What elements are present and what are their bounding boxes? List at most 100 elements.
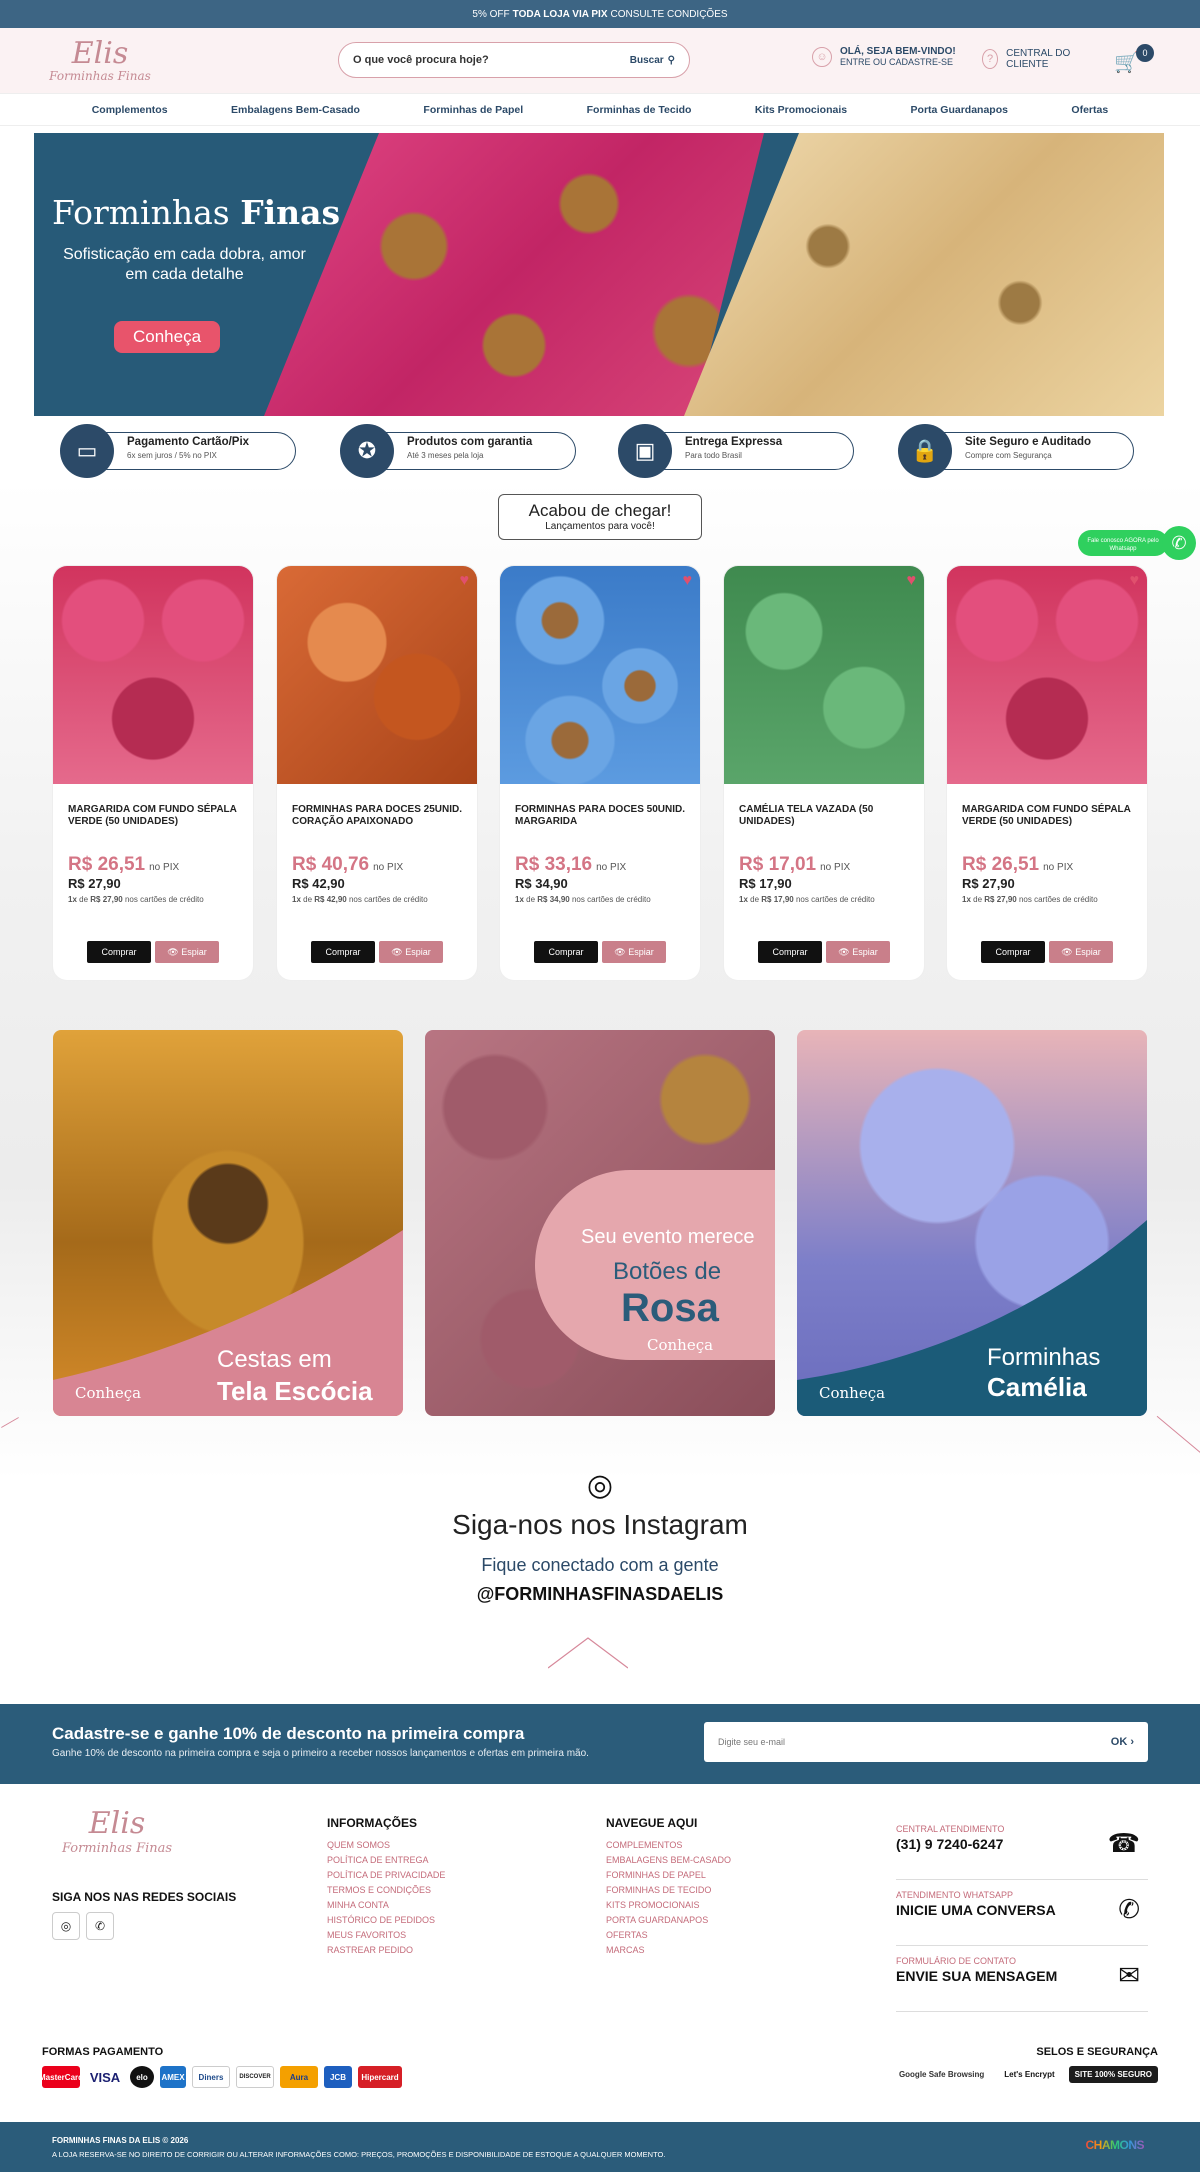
hero-banner[interactable]: Forminhas Finas Sofisticação em cada dob… [34, 133, 1164, 416]
footer-link[interactable]: KITS PROMOCIONAIS [606, 1898, 731, 1913]
footer-link[interactable]: QUEM SOMOS [327, 1838, 445, 1853]
footer-link[interactable]: MINHA CONTA [327, 1898, 445, 1913]
product-installments: 1x de R$ 42,90 nos cartões de crédito [292, 895, 428, 904]
footer-link[interactable]: OFERTAS [606, 1928, 731, 1943]
newsletter-submit-button[interactable]: OK › [1111, 1736, 1134, 1748]
product-card[interactable]: ♥ MARGARIDA COM FUNDO SÉPALA VERDE (50 U… [947, 566, 1147, 980]
search-bar[interactable]: O que você procura hoje? Buscar ⚲ [338, 42, 690, 78]
footer-link[interactable]: POLÍTICA DE ENTREGA [327, 1853, 445, 1868]
product-image[interactable] [724, 566, 924, 784]
product-image[interactable] [500, 566, 700, 784]
banner-cta[interactable]: Conheça [819, 1384, 885, 1402]
nav-item-embalagens[interactable]: Embalagens Bem-Casado [231, 104, 360, 116]
aura-icon: Aura [280, 2066, 318, 2088]
banner-cta[interactable]: Conheça [75, 1384, 141, 1402]
footer-logo[interactable]: Elis Forminhas Finas [52, 1806, 182, 1856]
footer-link[interactable]: HISTÓRICO DE PEDIDOS [327, 1913, 445, 1928]
buy-button[interactable]: Comprar [534, 941, 598, 963]
quick-view-button[interactable]: 👁 Espiar [1049, 941, 1113, 963]
whatsapp-float-text: Fale conosco AGORA pelo Whatsapp [1078, 530, 1168, 556]
buy-button[interactable]: Comprar [981, 941, 1045, 963]
email-field[interactable]: Digite seu e-mail [718, 1737, 1111, 1747]
nav-item-kits[interactable]: Kits Promocionais [755, 104, 847, 116]
product-name[interactable]: CAMÉLIA TELA VAZADA (50 UNIDADES) [724, 804, 924, 850]
category-banners: Cestas em Tela Escócia Conheça Seu event… [53, 1030, 1147, 1416]
nav-item-ofertas[interactable]: Ofertas [1071, 104, 1108, 116]
promo-post[interactable]: CONSULTE CONDIÇÕES [611, 9, 728, 20]
quick-view-button[interactable]: 👁 Espiar [379, 941, 443, 963]
product-image[interactable] [53, 566, 253, 784]
account-link[interactable]: ☺ OLÁ, SEJA BEM-VINDO! ENTRE OU CADASTRE-… [812, 46, 956, 67]
product-image[interactable] [277, 566, 477, 784]
envelope-icon: ✉ [1118, 1960, 1140, 1990]
whatsapp-icon[interactable]: ✆ [86, 1912, 114, 1940]
footer-link[interactable]: PORTA GUARDANAPOS [606, 1913, 731, 1928]
favorite-icon[interactable]: ♥ [1130, 572, 1140, 590]
search-button[interactable]: Buscar ⚲ [630, 55, 675, 66]
footer-link[interactable]: POLÍTICA DE PRIVACIDADE [327, 1868, 445, 1883]
seals-title: SELOS E SEGURANÇA [1036, 2046, 1158, 2058]
favorite-icon[interactable]: ♥ [907, 572, 917, 590]
instagram-icon[interactable]: ◎ [0, 1468, 1200, 1503]
secure-site-seal[interactable]: SITE 100% SEGURO [1068, 2066, 1158, 2083]
product-card[interactable]: ♥ FORMINHAS PARA DOCES 25UNID. CORAÇÃO A… [277, 566, 477, 980]
nav-item-porta-guardanapos[interactable]: Porta Guardanapos [911, 104, 1008, 116]
product-name[interactable]: FORMINHAS PARA DOCES 50UNID. MARGARIDA [500, 804, 700, 850]
product-name[interactable]: MARGARIDA COM FUNDO SÉPALA VERDE (50 UNI… [53, 804, 253, 850]
banner-line2: Camélia [987, 1372, 1087, 1402]
instagram-icon[interactable]: ◎ [52, 1912, 80, 1940]
footer-link[interactable]: MARCAS [606, 1943, 731, 1958]
contact-value: INICIE UMA CONVERSA [896, 1902, 1056, 1918]
footer-nav-column: NAVEGUE AQUI COMPLEMENTOS EMBALAGENS BEM… [606, 1816, 731, 1958]
product-card[interactable]: ♥ CAMÉLIA TELA VAZADA (50 UNIDADES) R$ 1… [724, 566, 924, 980]
footer-link[interactable]: RASTREAR PEDIDO [327, 1943, 445, 1958]
developer-logo[interactable]: CHAMONS [1086, 2138, 1145, 2152]
footer-link[interactable]: FORMINHAS DE TECIDO [606, 1883, 731, 1898]
product-name[interactable]: MARGARIDA COM FUNDO SÉPALA VERDE (50 UNI… [947, 804, 1147, 850]
buy-button[interactable]: Comprar [758, 941, 822, 963]
product-card[interactable]: MARGARIDA COM FUNDO SÉPALA VERDE (50 UNI… [53, 566, 253, 980]
footer-link[interactable]: COMPLEMENTOS [606, 1838, 731, 1853]
product-name[interactable]: FORMINHAS PARA DOCES 25UNID. CORAÇÃO APA… [277, 804, 477, 850]
quick-view-button[interactable]: 👁 Espiar [826, 941, 890, 963]
nav-item-forminhas-papel[interactable]: Forminhas de Papel [423, 104, 523, 116]
contact-whatsapp[interactable]: ATENDIMENTO WHATSAPP INICIE UMA CONVERSA… [896, 1880, 1148, 1946]
banner-camelia[interactable]: Forminhas Camélia Conheça [797, 1030, 1147, 1416]
instagram-handle[interactable]: @FORMINHASFINASDAELIS [0, 1584, 1200, 1605]
footer-info-column: INFORMAÇÕES QUEM SOMOS POLÍTICA DE ENTRE… [327, 1816, 445, 1958]
logo[interactable]: Elis Forminhas Finas [40, 38, 160, 83]
favorite-icon[interactable]: ♥ [460, 572, 470, 590]
buy-button[interactable]: Comprar [87, 941, 151, 963]
product-image[interactable] [947, 566, 1147, 784]
favorite-icon[interactable]: ♥ [683, 572, 693, 590]
footer-link[interactable]: EMBALAGENS BEM-CASADO [606, 1853, 731, 1868]
nav-item-forminhas-tecido[interactable]: Forminhas de Tecido [587, 104, 692, 116]
search-input[interactable]: O que você procura hoje? [353, 54, 630, 66]
product-card[interactable]: ♥ FORMINHAS PARA DOCES 50UNID. MARGARIDA… [500, 566, 700, 980]
banner-botoes-rosa[interactable]: Seu evento merece Botões de Rosa Conheça [425, 1030, 775, 1416]
footer-link[interactable]: FORMINHAS DE PAPEL [606, 1868, 731, 1883]
contact-phone[interactable]: CENTRAL ATENDIMENTO (31) 9 7240-6247 ☎ [896, 1814, 1148, 1880]
footer-link[interactable]: MEUS FAVORITOS [327, 1928, 445, 1943]
whatsapp-icon: ✆ [1162, 526, 1196, 560]
nav-item-complementos[interactable]: Complementos [92, 104, 168, 116]
whatsapp-float[interactable]: Fale conosco AGORA pelo Whatsapp ✆ [1078, 526, 1198, 560]
quick-view-button[interactable]: 👁 Espiar [602, 941, 666, 963]
banner-line1: Seu evento merece [581, 1226, 755, 1248]
banner-line1: Cestas em [217, 1346, 332, 1373]
social-title: SIGA NOS NAS REDES SOCIAIS [52, 1890, 237, 1904]
footer-link[interactable]: TERMOS E CONDIÇÕES [327, 1883, 445, 1898]
cart-button[interactable]: 🛒 0 [1114, 44, 1154, 75]
instagram-title: Siga-nos nos Instagram [452, 1509, 748, 1540]
badge-icon: ✪ [340, 424, 394, 478]
google-safe-browsing-seal[interactable]: Google Safe Browsing [893, 2066, 990, 2083]
banner-cta[interactable]: Conheça [647, 1336, 713, 1354]
payment-title: FORMAS PAGAMENTO [42, 2046, 164, 2058]
hero-cta-button[interactable]: Conheça [114, 321, 220, 353]
buy-button[interactable]: Comprar [311, 941, 375, 963]
banner-tela-escocia[interactable]: Cestas em Tela Escócia Conheça [53, 1030, 403, 1416]
quick-view-button[interactable]: 👁 Espiar [155, 941, 219, 963]
help-link[interactable]: ? CENTRAL DO CLIENTE [982, 48, 1092, 70]
contact-form[interactable]: FORMULÁRIO DE CONTATO ENVIE SUA MENSAGEM… [896, 1946, 1148, 2012]
lets-encrypt-seal[interactable]: Let's Encrypt [998, 2066, 1060, 2083]
